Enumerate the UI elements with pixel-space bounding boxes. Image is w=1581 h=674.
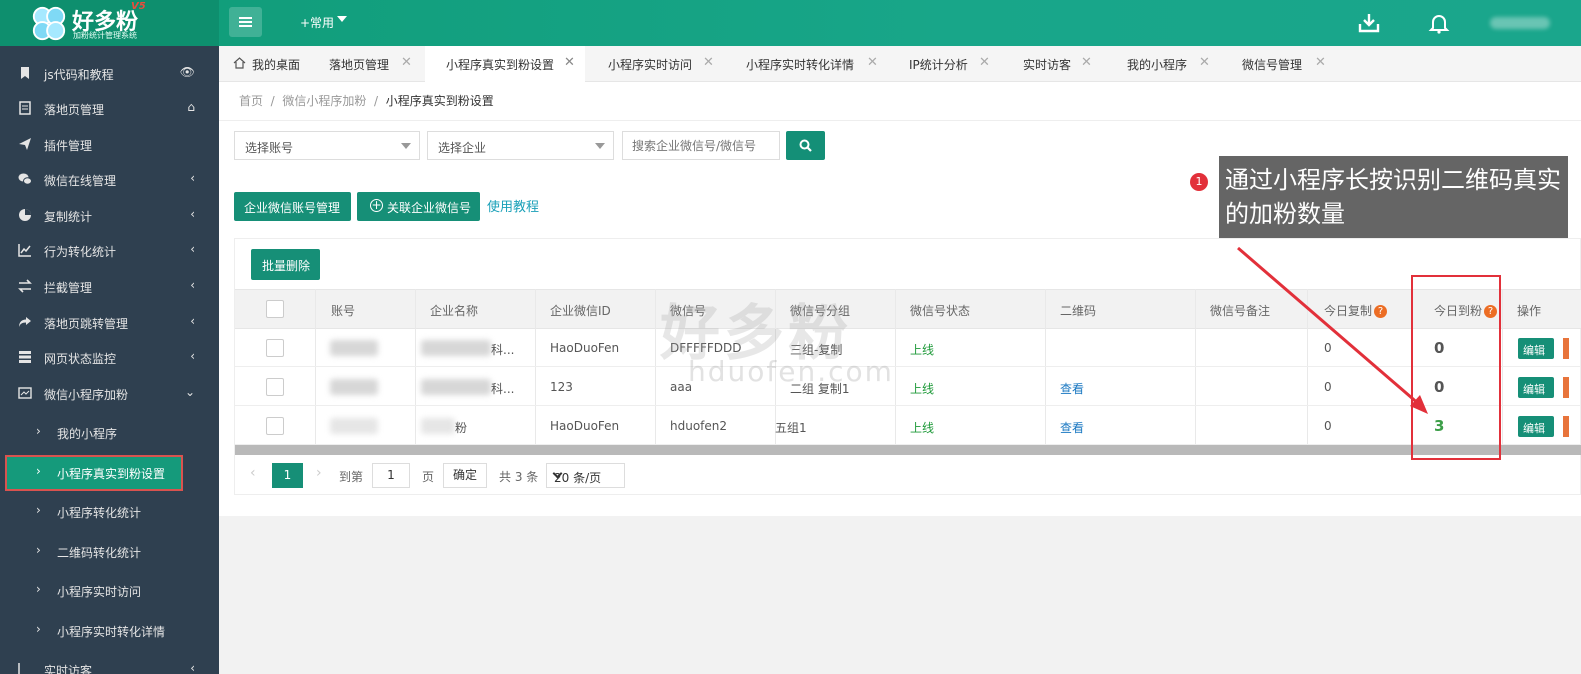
annotation-arrow-icon [1237,246,1428,414]
